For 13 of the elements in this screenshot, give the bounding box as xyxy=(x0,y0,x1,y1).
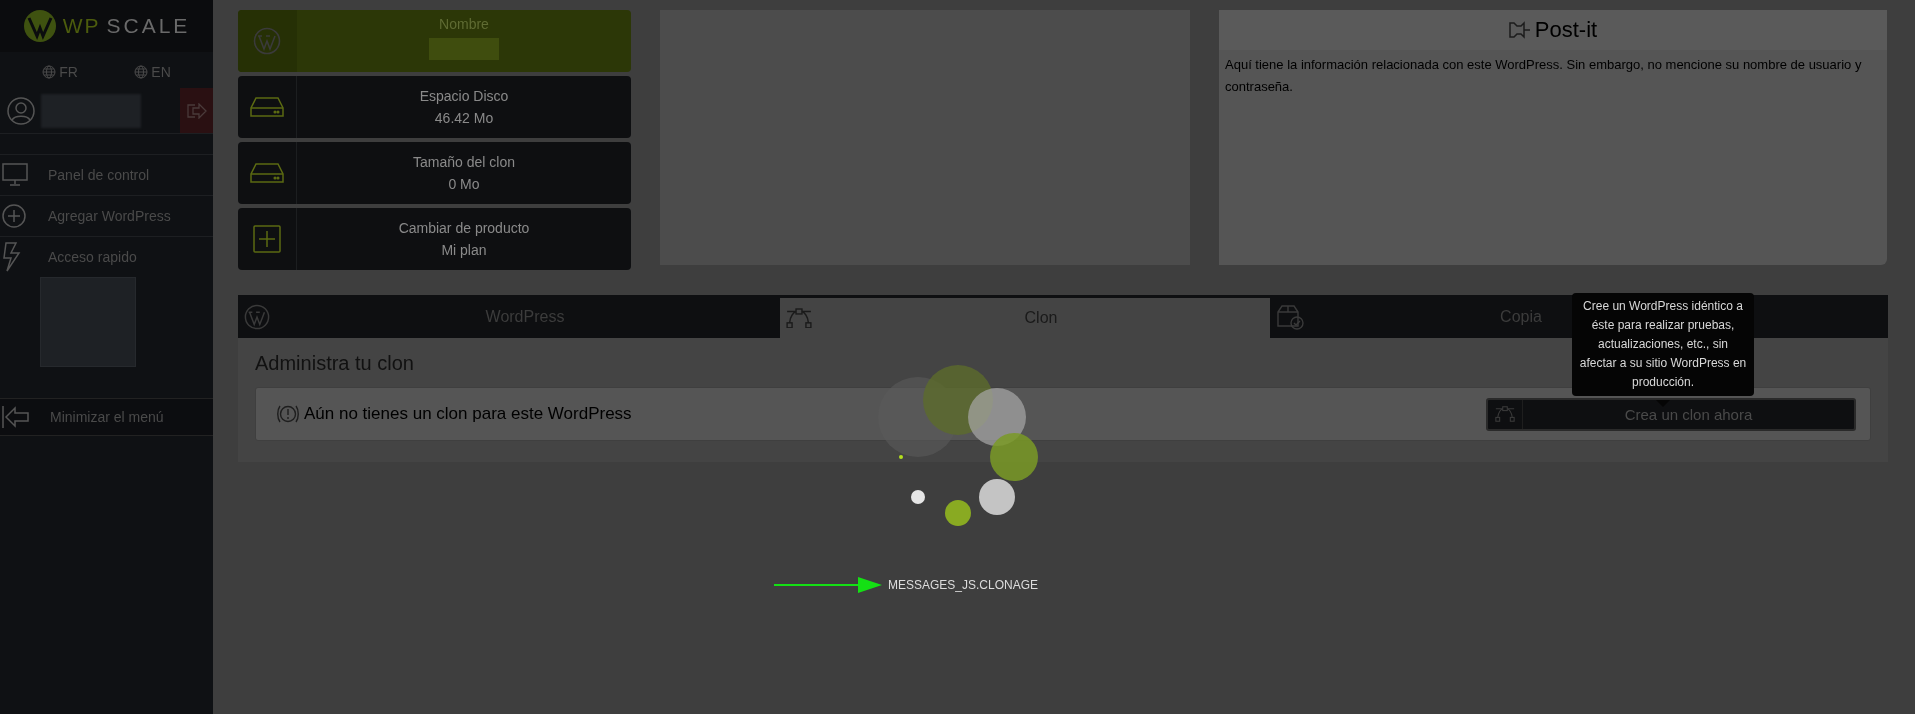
card-title: Espacio Disco xyxy=(419,88,509,104)
loading-message: MESSAGES_JS.CLONAGE xyxy=(888,578,1039,592)
card-title: Tamaño del clon xyxy=(413,154,515,170)
postit-text: Aquí tiene la información relacionada con este WordPress. Sin embargo, no mencione su nombre de usuario y contraseña. xyxy=(1225,56,1863,96)
card-value: Mi plan xyxy=(441,242,487,258)
card-title: Cambiar de producto xyxy=(398,220,530,236)
notice-text: Aún no tienes un clon para este WordPress xyxy=(304,404,632,424)
tooltip: Cree un WordPress idéntico a éste para realizar pruebas, actualizaciones, etc., sin afectar a su sitio WordPress en producción. xyxy=(1572,293,1754,396)
postit-title: Post-it xyxy=(1534,17,1598,43)
card-value: 46.42 Mo xyxy=(434,110,494,126)
logo-text: SCALE xyxy=(106,14,191,38)
logo-text: WP xyxy=(62,14,101,38)
card-value: 0 Mo xyxy=(448,176,480,192)
